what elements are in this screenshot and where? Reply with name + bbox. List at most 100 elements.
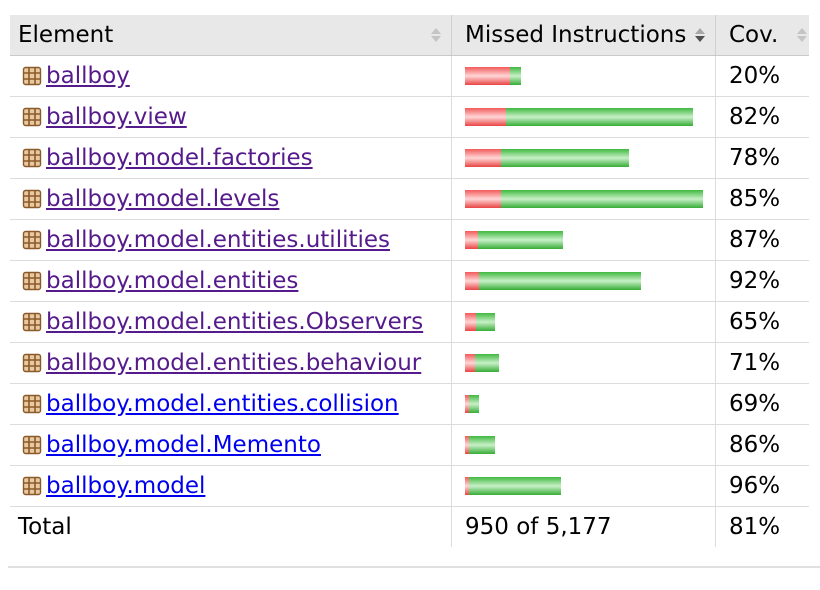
package-link[interactable]: ballboy.model.entities.Observers [46,309,423,335]
table-row: ballboy.model.Memento 86% [10,424,809,466]
package-link[interactable]: ballboy.model.entities [46,268,298,294]
covered-bar-segment [476,313,495,331]
package-icon [22,394,42,414]
column-header-missed-instructions[interactable]: Missed Instructions [451,15,716,56]
coverage-value: 69% [715,383,809,425]
total-missed-instructions: 950 of 5,177 [451,506,716,547]
package-link[interactable]: ballboy.model.factories [46,145,313,171]
coverage-bar [465,395,479,413]
package-icon [22,312,42,332]
covered-bar-segment [469,395,479,413]
element-cell: ballboy.model.entities.Observers [10,301,452,343]
table-row: ballboy 20% [10,55,809,97]
column-header-coverage-label: Cov. [729,22,779,48]
missed-instructions-cell [451,383,716,425]
covered-bar-segment [506,108,693,126]
covered-bar-segment [501,190,703,208]
package-icon [22,435,42,455]
coverage-bar [465,477,561,495]
sort-icon[interactable] [797,27,807,43]
sort-icon[interactable] [431,27,441,43]
package-link[interactable]: ballboy [46,63,130,89]
total-label: Total [18,514,72,540]
element-cell: ballboy.model.entities.utilities [10,219,452,261]
table-row: ballboy.model.levels 85% [10,178,809,220]
coverage-bar [465,190,703,208]
element-cell: ballboy [10,55,452,97]
package-link[interactable]: ballboy.view [46,104,187,130]
missed-bar-segment [465,108,506,126]
coverage-bar [465,354,499,372]
covered-bar-segment [478,231,563,249]
package-link[interactable]: ballboy.model [46,473,205,499]
table-header-row: Element Missed Instructions Cov. [10,15,809,56]
package-link[interactable]: ballboy.model.entities.behaviour [46,350,421,376]
column-header-missed-instructions-label: Missed Instructions [465,22,687,48]
total-row: Total 950 of 5,177 81% [10,506,809,547]
coverage-bar [465,108,693,126]
footer-divider [8,566,820,568]
package-icon [22,107,42,127]
package-icon [22,189,42,209]
missed-instructions-cell [451,465,716,507]
column-header-coverage[interactable]: Cov. [715,15,809,56]
coverage-bar [465,436,495,454]
coverage-value: 71% [715,342,809,384]
element-cell: ballboy.model.levels [10,178,452,220]
missed-instructions-cell [451,424,716,466]
coverage-bar [465,313,495,331]
missed-instructions-cell [451,96,716,138]
coverage-value: 87% [715,219,809,261]
table-row: ballboy.model.entities.Observers 65% [10,301,809,343]
column-header-element-label: Element [18,22,114,48]
missed-instructions-cell [451,219,716,261]
element-cell: ballboy.model [10,465,452,507]
coverage-value: 20% [715,55,809,97]
coverage-value: 86% [715,424,809,466]
package-link[interactable]: ballboy.model.entities.utilities [46,227,390,253]
table-row: ballboy.model 96% [10,465,809,507]
missed-bar-segment [465,231,478,249]
missed-bar-segment [465,67,510,85]
coverage-bar [465,231,563,249]
missed-bar-segment [465,354,475,372]
missed-instructions-cell [451,178,716,220]
covered-bar-segment [510,67,521,85]
covered-bar-segment [469,436,495,454]
covered-bar-segment [469,477,561,495]
package-link[interactable]: ballboy.model.Memento [46,432,321,458]
coverage-value: 92% [715,260,809,302]
table-row: ballboy.model.entities.behaviour 71% [10,342,809,384]
package-link[interactable]: ballboy.model.entities.collision [46,391,399,417]
table-row: ballboy.model.entities.utilities 87% [10,219,809,261]
missed-instructions-cell [451,137,716,179]
table-row: ballboy.view 82% [10,96,809,138]
coverage-value: 96% [715,465,809,507]
coverage-value: 82% [715,96,809,138]
column-header-element[interactable]: Element [10,15,452,56]
package-icon [22,66,42,86]
table-row: ballboy.model.entities 92% [10,260,809,302]
package-icon [22,353,42,373]
missed-bar-segment [465,149,501,167]
element-cell: ballboy.model.Memento [10,424,452,466]
coverage-value: 65% [715,301,809,343]
missed-instructions-cell [451,260,716,302]
package-icon [22,230,42,250]
table-row: ballboy.model.factories 78% [10,137,809,179]
missed-bar-segment [465,190,501,208]
table-row: ballboy.model.entities.collision 69% [10,383,809,425]
package-link[interactable]: ballboy.model.levels [46,186,279,212]
package-icon [22,148,42,168]
element-cell: ballboy.model.entities.behaviour [10,342,452,384]
sort-descending-icon[interactable] [695,27,705,43]
missed-instructions-cell [451,301,716,343]
coverage-bar [465,149,629,167]
element-cell: ballboy.view [10,96,452,138]
element-cell: ballboy.model.factories [10,137,452,179]
coverage-bar [465,272,641,290]
covered-bar-segment [475,354,499,372]
package-icon [22,476,42,496]
covered-bar-segment [501,149,629,167]
coverage-table: Element Missed Instructions Cov. ballboy… [10,15,809,547]
